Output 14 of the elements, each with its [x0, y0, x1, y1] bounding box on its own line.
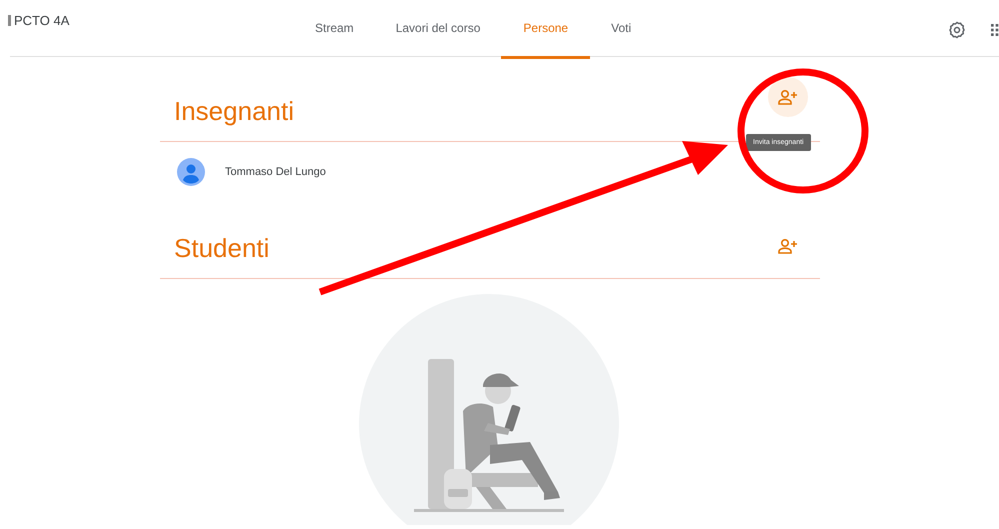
apps-grid-icon[interactable] — [991, 23, 999, 37]
nav-tab[interactable]: Persone — [501, 0, 590, 59]
avatar-icon — [177, 158, 205, 186]
nav-tab[interactable]: Lavori del corso — [374, 0, 502, 59]
section-heading: Insegnanti — [174, 96, 294, 127]
section-heading: Studenti — [174, 233, 270, 264]
nav-tab[interactable]: Stream — [294, 0, 375, 59]
invite-person-button[interactable] — [768, 77, 808, 117]
nav-tab[interactable]: Voti — [590, 0, 652, 59]
person-name[interactable]: Tommaso Del Lungo — [225, 166, 326, 178]
add-person-icon — [778, 238, 798, 254]
add-person-icon — [778, 89, 798, 105]
settings-icon[interactable] — [947, 20, 967, 40]
class-title: PCTO 4A — [14, 13, 70, 28]
